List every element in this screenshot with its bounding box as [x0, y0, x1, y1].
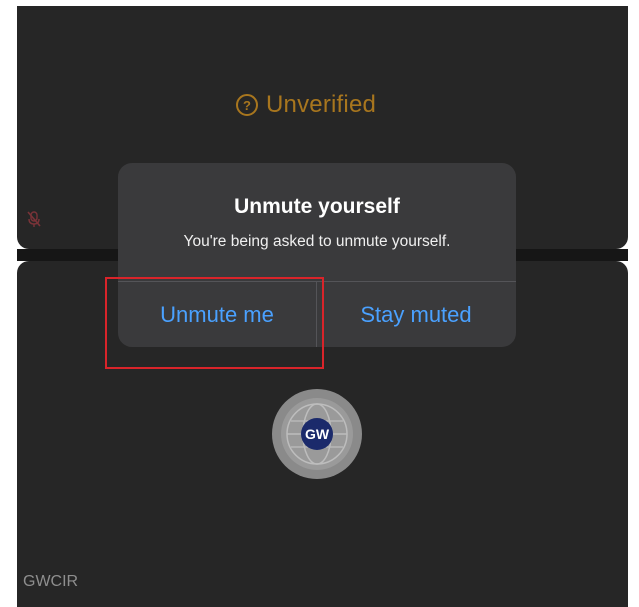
stay-muted-button[interactable]: Stay muted: [317, 282, 515, 347]
annotation-highlight-box: [105, 277, 324, 369]
dialog-message: You're being asked to unmute yourself.: [183, 233, 451, 250]
participant-name: GWCIR: [23, 573, 79, 590]
avatar-text: GW: [305, 426, 330, 442]
dialog-title: Unmute yourself: [234, 195, 400, 218]
globe-logo-icon: GW: [281, 398, 353, 470]
muted-mic-icon: [27, 211, 41, 227]
verification-status[interactable]: ? Unverified: [236, 90, 376, 120]
verification-status-label: Unverified: [266, 91, 377, 118]
avatar: GW: [272, 389, 362, 479]
question-circle-icon: ?: [236, 94, 258, 116]
